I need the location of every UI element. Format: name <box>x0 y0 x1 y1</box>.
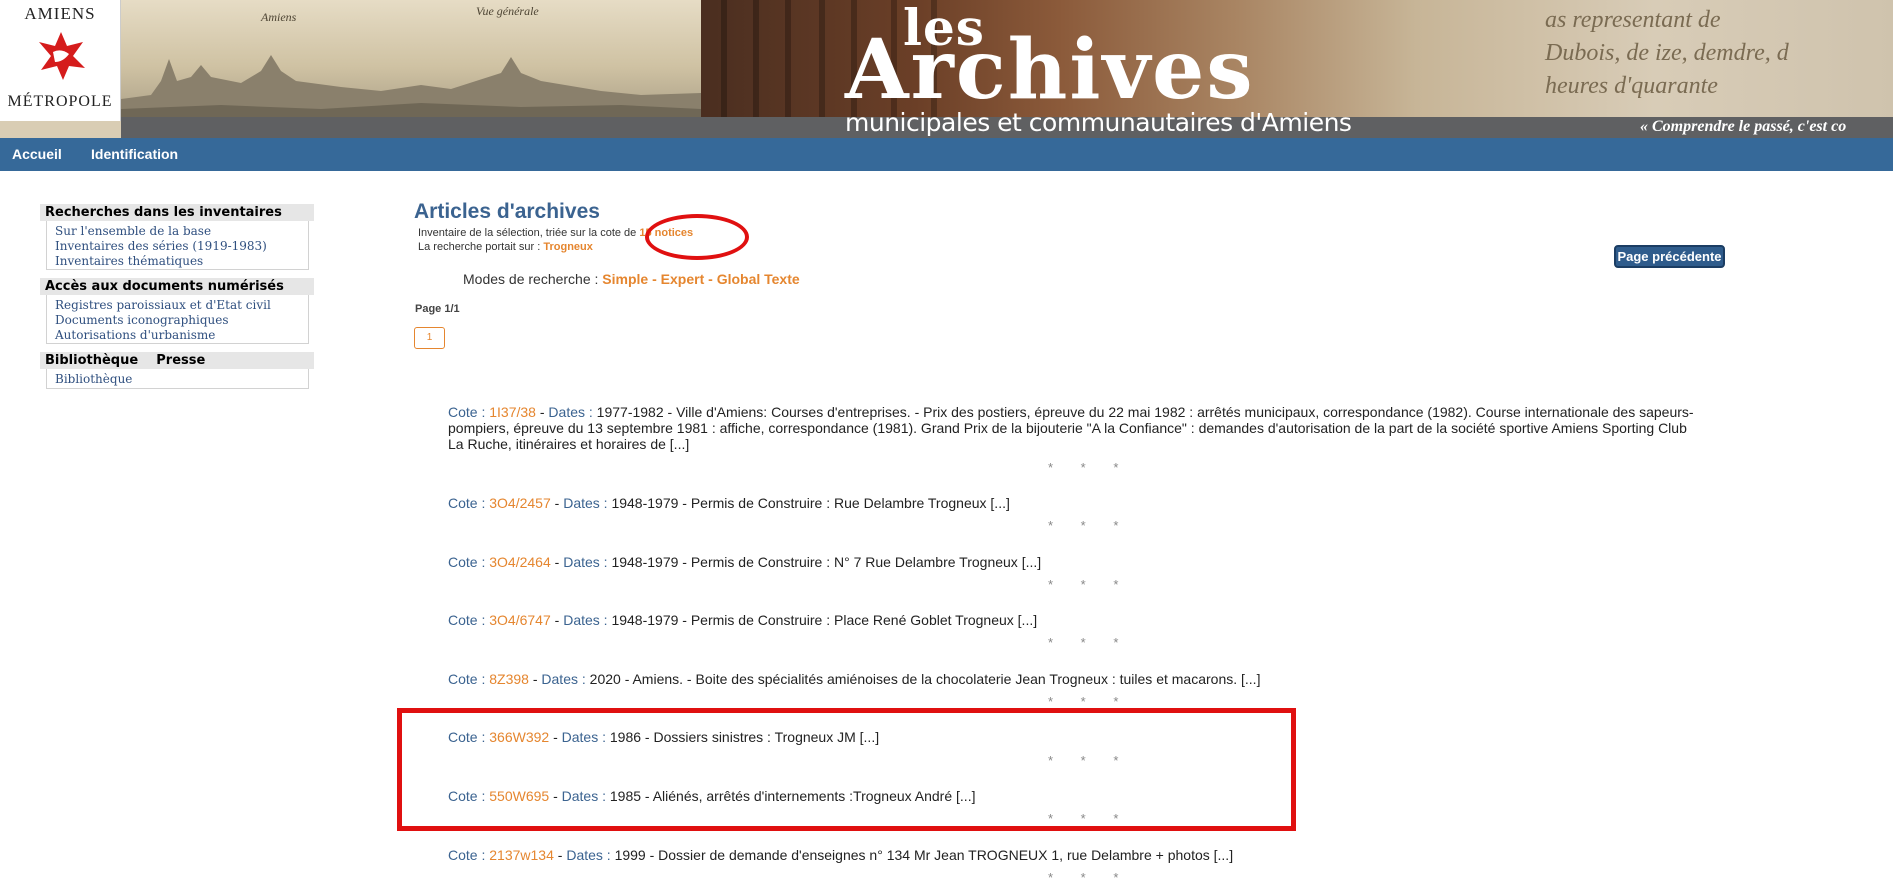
record-text: 1985 - Aliénés, arrêtés d'internements :… <box>609 788 976 804</box>
mode-separator: - <box>708 271 713 287</box>
record-separator: * * * <box>1048 635 1131 650</box>
record-text: 1948-1979 - Permis de Construire : Place… <box>611 612 1038 628</box>
city-skyline-image <box>121 55 701 121</box>
cote-label: Cote : <box>448 788 486 804</box>
cote-label: Cote : <box>448 671 486 687</box>
sidebar-link-bibliotheque[interactable]: Bibliothèque <box>55 372 132 386</box>
banner-subtitle: municipales et communautaires d'Amiens <box>845 108 1352 137</box>
cote-label: Cote : <box>448 847 486 863</box>
sidebar-link-registres[interactable]: Registres paroissiaux et d'Etat civil <box>55 298 271 312</box>
record-separator: * * * <box>1048 753 1131 768</box>
search-text: La recherche portait sur : <box>418 241 541 253</box>
sidebar-heading-inventaires: Recherches dans les inventaires <box>40 204 314 221</box>
cote-link[interactable]: 550W695 <box>489 788 549 804</box>
record-item: Cote : 3O4/2464 - Dates : 1948-1979 - Pe… <box>448 554 1042 570</box>
banner-title-archives: Archives <box>845 22 1255 118</box>
dates-label: Dates : <box>561 788 606 804</box>
logo-bottom-text: MÉTROPOLE <box>7 93 113 110</box>
sidebar-link-ensemble[interactable]: Sur l'ensemble de la base <box>55 224 211 238</box>
sidebar-link-iconographiques[interactable]: Documents iconographiques <box>55 313 229 327</box>
page-1-button[interactable]: 1 <box>414 327 445 349</box>
logo-emblem-icon <box>39 32 85 80</box>
cote-link[interactable]: 366W392 <box>489 729 549 745</box>
record-text: 2020 - Amiens. - Boite des spécialités a… <box>589 671 1261 687</box>
mode-simple-link[interactable]: Simple <box>602 271 648 287</box>
sidebar-heading-numerises: Accès aux documents numérisés <box>40 278 314 295</box>
notices-count: 15 notices <box>639 227 694 239</box>
record-separator: * * * <box>1048 870 1131 885</box>
record-separator: * * * <box>1048 694 1131 709</box>
postcard-caption-city: Amiens <box>261 10 297 24</box>
sidebar-link-series[interactable]: Inventaires des séries (1919-1983) <box>55 239 267 253</box>
main-nav: Accueil Identification <box>0 138 1893 171</box>
handwritten-document-image: as representant de Dubois, de ize, demdre… <box>1545 7 1789 99</box>
record-text: 1948-1979 - Permis de Construire : Rue D… <box>611 495 1010 511</box>
dates-label: Dates : <box>563 495 608 511</box>
record-separator: * * * <box>1048 577 1131 592</box>
dates-label: Dates : <box>541 671 586 687</box>
selection-text: Inventaire de la sélection, triée sur la… <box>418 227 637 239</box>
search-info: La recherche portait sur : Trogneux <box>418 241 593 253</box>
sidebar-link-thematiques[interactable]: Inventaires thématiques <box>55 254 203 268</box>
page-label: Page 1/1 <box>415 303 460 315</box>
search-term: Trogneux <box>543 241 593 253</box>
cote-link[interactable]: 3O4/2457 <box>489 495 551 511</box>
cote-link[interactable]: 3O4/2464 <box>489 554 551 570</box>
cote-link[interactable]: 2137w134 <box>489 847 554 863</box>
cote-label: Cote : <box>448 495 486 511</box>
record-separator: * * * <box>1048 518 1131 533</box>
cote-link[interactable]: 1I37/38 <box>489 404 536 420</box>
modes-label: Modes de recherche : <box>463 271 599 287</box>
dates-label: Dates : <box>563 554 608 570</box>
search-modes: Modes de recherche : Simple - Expert - G… <box>463 271 800 287</box>
page-title: Articles d'archives <box>414 200 600 223</box>
record-separator: * * * <box>1048 811 1131 826</box>
dates-label: Dates : <box>566 847 611 863</box>
record-separator: * * * <box>1048 460 1131 475</box>
record-item: Cote : 366W392 - Dates : 1986 - Dossiers… <box>448 729 880 745</box>
dates-label: Dates : <box>563 612 608 628</box>
mode-expert-link[interactable]: Expert <box>661 271 705 287</box>
previous-page-button[interactable]: Page précédente <box>1614 245 1725 268</box>
site-banner: AMIENS MÉTROPOLE Amiens Vue générale as … <box>0 0 1893 138</box>
cote-label: Cote : <box>448 404 486 420</box>
red-rectangle-annotation <box>397 708 1296 831</box>
record-text: 1999 - Dossier de demande d'enseignes n°… <box>614 847 1234 863</box>
record-text: 1948-1979 - Permis de Construire : N° 7 … <box>611 554 1042 570</box>
cote-label: Cote : <box>448 612 486 628</box>
sidebar-heading-bibliotheque: Bibliothèque Presse <box>40 352 314 369</box>
record-item: Cote : 550W695 - Dates : 1985 - Aliénés,… <box>448 788 976 804</box>
nav-accueil[interactable]: Accueil <box>12 146 62 162</box>
record-item: Cote : 3O4/6747 - Dates : 1948-1979 - Pe… <box>448 612 1038 628</box>
record-item: Cote : 3O4/2457 - Dates : 1948-1979 - Pe… <box>448 495 1010 511</box>
banner-motto: « Comprendre le passé, c'est co <box>1640 118 1847 135</box>
mode-separator: - <box>652 271 657 287</box>
record-text: 1986 - Dossiers sinistres : Trogneux JM … <box>609 729 880 745</box>
amiens-metropole-logo[interactable]: AMIENS MÉTROPOLE <box>0 0 121 121</box>
cote-link[interactable]: 8Z398 <box>489 671 529 687</box>
record-item: Cote : 1I37/38 - Dates : 1977-1982 - Vil… <box>448 404 1694 452</box>
cote-label: Cote : <box>448 554 486 570</box>
record-item: Cote : 8Z398 - Dates : 2020 - Amiens. - … <box>448 671 1261 687</box>
logo-top-text: AMIENS <box>24 4 96 23</box>
record-text: 1977-1982 - Ville d'Amiens: Courses d'en… <box>448 404 1694 452</box>
cote-label: Cote : <box>448 729 486 745</box>
cote-link[interactable]: 3O4/6747 <box>489 612 551 628</box>
dates-label: Dates : <box>561 729 606 745</box>
sidebar-link-urbanisme[interactable]: Autorisations d'urbanisme <box>55 328 215 342</box>
postcard-caption-view: Vue générale <box>476 4 539 18</box>
old-postcard-image: Amiens Vue générale <box>121 0 701 121</box>
record-item: Cote : 2137w134 - Dates : 1999 - Dossier… <box>448 847 1234 863</box>
nav-identification[interactable]: Identification <box>91 146 178 162</box>
dates-label: Dates : <box>548 404 593 420</box>
mode-global-texte-link[interactable]: Global Texte <box>717 271 800 287</box>
selection-info: Inventaire de la sélection, triée sur la… <box>418 227 693 239</box>
